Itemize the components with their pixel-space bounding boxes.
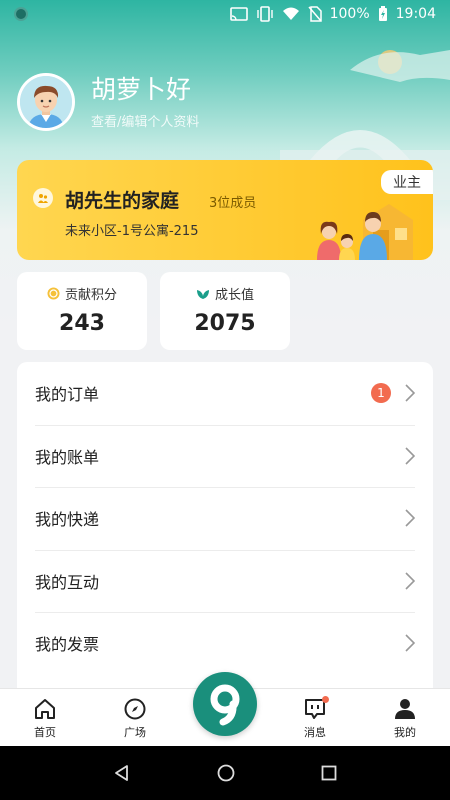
compass-icon bbox=[124, 698, 146, 720]
vibrate-icon bbox=[256, 6, 273, 22]
family-illustration bbox=[317, 204, 413, 260]
coin-icon bbox=[47, 287, 60, 300]
chevron-right-icon bbox=[405, 447, 415, 465]
growth-value-card[interactable]: 成长值 2075 bbox=[160, 272, 290, 350]
tab-label: 我的 bbox=[394, 726, 416, 739]
menu-item-interactions[interactable]: 我的互动 bbox=[17, 549, 433, 613]
back-icon[interactable] bbox=[113, 764, 131, 782]
contribution-points-label: 贡献积分 bbox=[64, 288, 117, 303]
edit-profile-link[interactable]: 查看/编辑个人资料 bbox=[91, 111, 199, 130]
tab-label: 消息 bbox=[304, 726, 326, 739]
battery-percent: 100% bbox=[329, 6, 370, 22]
tab-plaza[interactable]: 广场 bbox=[90, 689, 180, 746]
sprout-icon bbox=[196, 290, 209, 299]
message-unread-dot bbox=[322, 696, 329, 703]
no-sim-icon bbox=[308, 6, 322, 22]
menu-item-label: 我的账单 bbox=[35, 447, 100, 467]
chevron-right-icon bbox=[405, 384, 415, 402]
android-nav-bar bbox=[0, 746, 450, 800]
menu-item-invoices[interactable]: 我的发票 bbox=[17, 612, 433, 675]
center-logo-button[interactable] bbox=[193, 672, 257, 736]
battery-charging-icon bbox=[378, 6, 387, 21]
chevron-right-icon bbox=[405, 509, 415, 527]
family-icon bbox=[33, 188, 53, 208]
avatar-illustration bbox=[20, 76, 72, 128]
menu-item-label: 我的互动 bbox=[35, 572, 100, 592]
notification-dot-icon bbox=[14, 7, 28, 21]
home-nav-icon[interactable] bbox=[217, 764, 235, 782]
greeting-title: 胡萝卜好 bbox=[91, 74, 192, 104]
cast-icon bbox=[229, 7, 248, 21]
center-logo-icon bbox=[210, 684, 240, 726]
home-icon bbox=[35, 699, 55, 719]
growth-value-value: 2075 bbox=[194, 311, 256, 336]
chevron-right-icon bbox=[405, 634, 415, 652]
menu-item-label: 我的订单 bbox=[35, 385, 100, 405]
menu-item-label: 我的快递 bbox=[35, 510, 100, 530]
avatar[interactable] bbox=[17, 73, 75, 131]
tab-label: 首页 bbox=[34, 726, 56, 739]
menu-item-label: 我的发票 bbox=[35, 635, 100, 655]
contribution-points-card[interactable]: 贡献积分 243 bbox=[17, 272, 147, 350]
wifi-icon bbox=[282, 7, 299, 20]
tab-label: 广场 bbox=[124, 726, 146, 739]
growth-value-label: 成长值 bbox=[214, 288, 254, 303]
clock: 19:04 bbox=[395, 6, 436, 22]
family-name: 胡先生的家庭 bbox=[65, 190, 180, 212]
menu-item-bills[interactable]: 我的账单 bbox=[17, 424, 433, 488]
profile-section[interactable]: 胡萝卜好 查看/编辑个人资料 bbox=[17, 72, 437, 132]
chevron-right-icon bbox=[405, 572, 415, 590]
contribution-points-value: 243 bbox=[59, 311, 105, 336]
family-card[interactable]: 业主 胡先生的家庭 3位成员 未来小区-1号公寓-215 bbox=[17, 160, 433, 260]
recents-icon[interactable] bbox=[321, 765, 337, 781]
menu-item-deliveries[interactable]: 我的快递 bbox=[17, 487, 433, 550]
tab-home[interactable]: 首页 bbox=[0, 689, 90, 746]
orders-badge: 1 bbox=[371, 383, 391, 404]
menu-item-orders[interactable]: 我的订单 1 bbox=[17, 362, 433, 425]
family-address: 未来小区-1号公寓-215 bbox=[65, 224, 199, 239]
family-member-count: 3位成员 bbox=[209, 196, 257, 211]
menu-list: 我的订单 1 我的账单 我的快递 我的互动 我的发票 bbox=[17, 362, 433, 702]
tab-messages[interactable]: 消息 bbox=[270, 689, 360, 746]
user-icon bbox=[395, 699, 415, 719]
tab-mine[interactable]: 我的 bbox=[360, 689, 450, 746]
status-bar: 100% 19:04 bbox=[0, 0, 450, 28]
